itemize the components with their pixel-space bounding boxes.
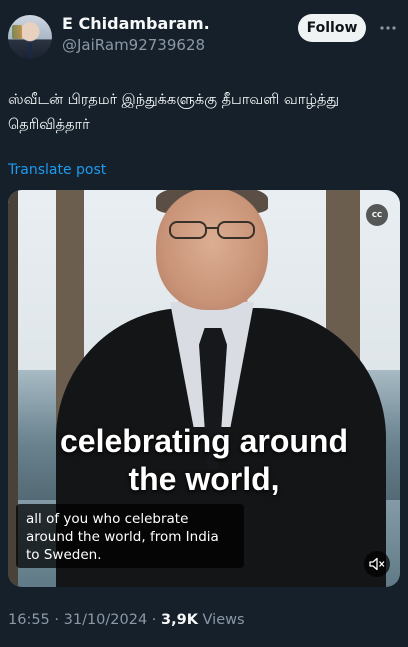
video-player[interactable]: CC celebrating around the world, all of … (8, 190, 400, 587)
follow-button[interactable]: Follow (298, 14, 366, 42)
overlay-caption-line1: celebrating around (59, 423, 349, 459)
closed-captions-icon[interactable]: CC (366, 204, 388, 226)
tweet-meta: 16:55 · 31/10/2024 · 3,9K Views (8, 612, 245, 628)
views-label: Views (197, 612, 245, 628)
author-handle[interactable]: @JaiRam92739628 (62, 36, 205, 54)
timestamp[interactable]: 16:55 · 31/10/2024 · (8, 612, 161, 628)
video-overlay-caption: celebrating around the world, (8, 422, 400, 498)
tweet-header: E Chidambaram. @JaiRam92739628 Follow (8, 12, 400, 60)
translate-post-link[interactable]: Translate post (8, 162, 106, 178)
overlay-caption-line2: the world, (128, 461, 280, 497)
muted-speaker-icon[interactable] (364, 551, 390, 577)
avatar[interactable] (8, 15, 52, 59)
more-horizontal-icon[interactable] (378, 18, 398, 38)
tweet-text: ஸ்வீடன் பிரதமர் இந்துக்களுக்கு தீபாவளி வ… (8, 92, 340, 133)
author-display-name[interactable]: E Chidambaram. (62, 14, 210, 33)
views-count[interactable]: 3,9K (161, 612, 198, 628)
video-subtitle: all of you who celebrate around the worl… (16, 504, 244, 568)
